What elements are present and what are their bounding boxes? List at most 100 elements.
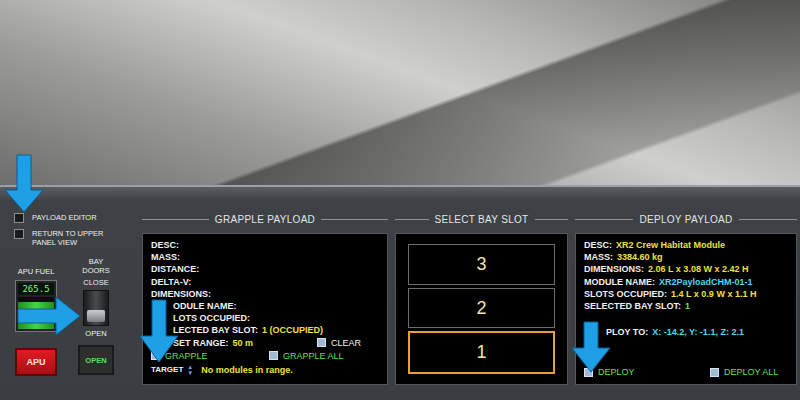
- info-label: DIMENSIONS:: [584, 263, 644, 275]
- target-message: No modules in range.: [201, 365, 293, 375]
- lower-panel: PAYLOAD EDITOR RETURN TO UPPER PANEL VIEW…: [0, 185, 800, 400]
- apu-fuel-bar: [18, 297, 54, 329]
- info-label: ODULE NAME:: [173, 300, 237, 312]
- panel-checkbox-row[interactable]: PAYLOAD EDITOR: [10, 213, 135, 223]
- annotation-overlay: [0, 0, 800, 400]
- info-label: DELTA-V:: [151, 276, 191, 288]
- info-value: 1: [685, 300, 690, 312]
- grapple-screen: DESC:MASS:DISTANCE:DELTA-V:DIMENSIONS:OD…: [142, 233, 388, 385]
- info-label: DESC:: [584, 239, 612, 251]
- bay-slot-section: SELECT BAY SLOT 321: [395, 187, 568, 385]
- info-label: MODULE NAME:: [584, 276, 655, 288]
- bay-doors-switch[interactable]: [83, 290, 109, 326]
- checkbox[interactable]: [317, 338, 326, 347]
- checkbox-label: GRAPPLE: [165, 351, 208, 361]
- apu-fuel: APU FUEL 265.5 APU: [14, 257, 58, 376]
- left-controls: PAYLOAD EDITOR RETURN TO UPPER PANEL VIEW…: [10, 187, 135, 385]
- info-value: 1 (OCCUPIED): [262, 324, 323, 336]
- info-label: DIMENSIONS:: [151, 288, 211, 300]
- info-line: DESC: XR2 Crew Habitat Module: [584, 239, 790, 251]
- checkbox[interactable]: [14, 229, 24, 239]
- target-arrows[interactable]: ▲▼: [187, 364, 193, 376]
- apu-fuel-reading: 265.5: [18, 283, 54, 295]
- info-value: 2.06 L x 3.08 W x 2.42 H: [648, 263, 748, 275]
- info-line: DIMENSIONS: 2.06 L x 3.08 W x 2.42 H: [584, 263, 790, 275]
- down-arrow-icon[interactable]: ▼: [187, 370, 193, 376]
- info-label: SLOTS OCCUPIED:: [584, 288, 667, 300]
- pointer-arrow-icon: [572, 322, 610, 372]
- pointer-arrow-icon: [5, 155, 43, 212]
- info-label: MASS:: [151, 251, 180, 263]
- bay-slot-button[interactable]: 2: [408, 288, 555, 329]
- target-row: TARGET ▲▼ No modules in range.: [151, 363, 381, 377]
- checkbox-label: CLEAR: [331, 337, 361, 349]
- info-line: MODULE NAME: XR2PayloadCHM-01-1: [584, 276, 790, 288]
- apu-fuel-fill: [18, 302, 54, 329]
- info-line: MASS: 3384.60 kg: [584, 251, 790, 263]
- info-label: SET RANGE:: [173, 337, 229, 349]
- checkbox-label: RETURN TO UPPER PANEL VIEW: [32, 229, 114, 247]
- info-line: ODULE NAME:: [151, 300, 381, 312]
- bay-slot-button[interactable]: 1: [408, 331, 555, 374]
- info-label: DESC:: [151, 239, 179, 251]
- info-line: DELTA-V:: [151, 276, 381, 288]
- clear-wrap: CLEAR: [317, 337, 361, 349]
- checkbox[interactable]: [269, 351, 278, 360]
- section-title: SELECT BAY SLOT: [395, 209, 568, 229]
- deploy-checkbox[interactable]: DEPLOY: [584, 367, 710, 377]
- info-label: LOTS OCCUPIED:: [173, 312, 250, 324]
- checkbox[interactable]: [151, 351, 160, 360]
- grapple-actions: GRAPPLE GRAPPLE ALL: [151, 349, 381, 363]
- section-title: DEPLOY PAYLOAD: [575, 209, 797, 229]
- info-value: XR2 Crew Habitat Module: [616, 239, 725, 251]
- checkbox-label: PAYLOAD EDITOR: [32, 213, 97, 222]
- clear-checkbox[interactable]: CLEAR: [317, 337, 361, 349]
- checkbox[interactable]: [710, 368, 719, 377]
- info-label: MASS:: [584, 251, 613, 263]
- pointer-arrow-icon: [18, 297, 80, 335]
- apu-fuel-gauge: 265.5: [15, 280, 57, 332]
- deploy-checkbox[interactable]: DEPLOY ALL: [710, 367, 790, 377]
- info-label: DISTANCE:: [151, 263, 199, 275]
- info-value: XR2PayloadCHM-01-1: [659, 276, 753, 288]
- checkbox[interactable]: [584, 368, 593, 377]
- bay-slot-button[interactable]: 3: [408, 244, 555, 285]
- section-title: GRAPPLE PAYLOAD: [142, 209, 388, 229]
- info-line: LECTED BAY SLOT: 1 (OCCUPIED): [151, 324, 381, 336]
- info-label: SELECTED BAY SLOT:: [584, 300, 681, 312]
- deploy-to-value[interactable]: X: -14.2, Y: -1.1, Z: 2.1: [652, 326, 744, 338]
- spacer: [584, 312, 790, 326]
- switch-lever[interactable]: [87, 310, 105, 322]
- info-line: DIMENSIONS:: [151, 288, 381, 300]
- apu-fuel-label: APU FUEL: [18, 267, 55, 276]
- info-line: DESC:: [151, 239, 381, 251]
- deploy-to-line: PLOY TO:X: -14.2, Y: -1.1, Z: 2.1: [584, 326, 790, 338]
- checkbox-label: DEPLOY: [598, 367, 635, 377]
- payload-bay-view: [0, 0, 800, 185]
- info-line: SELECTED BAY SLOT: 1: [584, 300, 790, 312]
- checkbox-label: GRAPPLE ALL: [283, 351, 344, 361]
- info-line: SLOTS OCCUPIED: 1.4 L x 0.9 W x 1.1 H: [584, 288, 790, 300]
- bay-doors: BAY DOORSCLOSEOPENOPEN: [76, 257, 116, 376]
- checkbox-label: DEPLOY ALL: [724, 367, 778, 377]
- range-value[interactable]: 50 m: [233, 337, 254, 349]
- deploy-section: DEPLOY PAYLOAD DESC: XR2 Crew Habitat Modu…: [575, 187, 797, 385]
- panel-checkbox-row[interactable]: RETURN TO UPPER PANEL VIEW: [10, 229, 135, 247]
- checkbox[interactable]: [14, 213, 24, 223]
- info-line: MASS:: [151, 251, 381, 263]
- info-label: LECTED BAY SLOT:: [173, 324, 258, 336]
- apu-button[interactable]: APU: [15, 348, 57, 376]
- deploy-actions: DEPLOY DEPLOY ALL: [584, 365, 790, 379]
- grapple-checkbox[interactable]: GRAPPLE: [151, 351, 269, 361]
- bay-doors-label: BAY DOORS: [76, 257, 116, 275]
- info-line: LOTS OCCUPIED:: [151, 312, 381, 324]
- xr2-payload-panel: PAYLOAD EDITOR RETURN TO UPPER PANEL VIEW…: [0, 0, 800, 400]
- grapple-section: GRAPPLE PAYLOAD DESC:MASS:DISTANCE:DELTA-…: [142, 187, 388, 385]
- target-label: TARGET: [151, 365, 183, 374]
- info-value: 1.4 L x 0.9 W x 1.1 H: [671, 288, 756, 300]
- info-value: 3384.60 kg: [617, 251, 663, 263]
- deploy-screen: DESC: XR2 Crew Habitat ModuleMASS: 3384.60…: [575, 233, 797, 385]
- grapple-checkbox[interactable]: GRAPPLE ALL: [269, 351, 381, 361]
- up-arrow-icon[interactable]: ▲: [187, 364, 193, 370]
- info-line: DISTANCE:: [151, 263, 381, 275]
